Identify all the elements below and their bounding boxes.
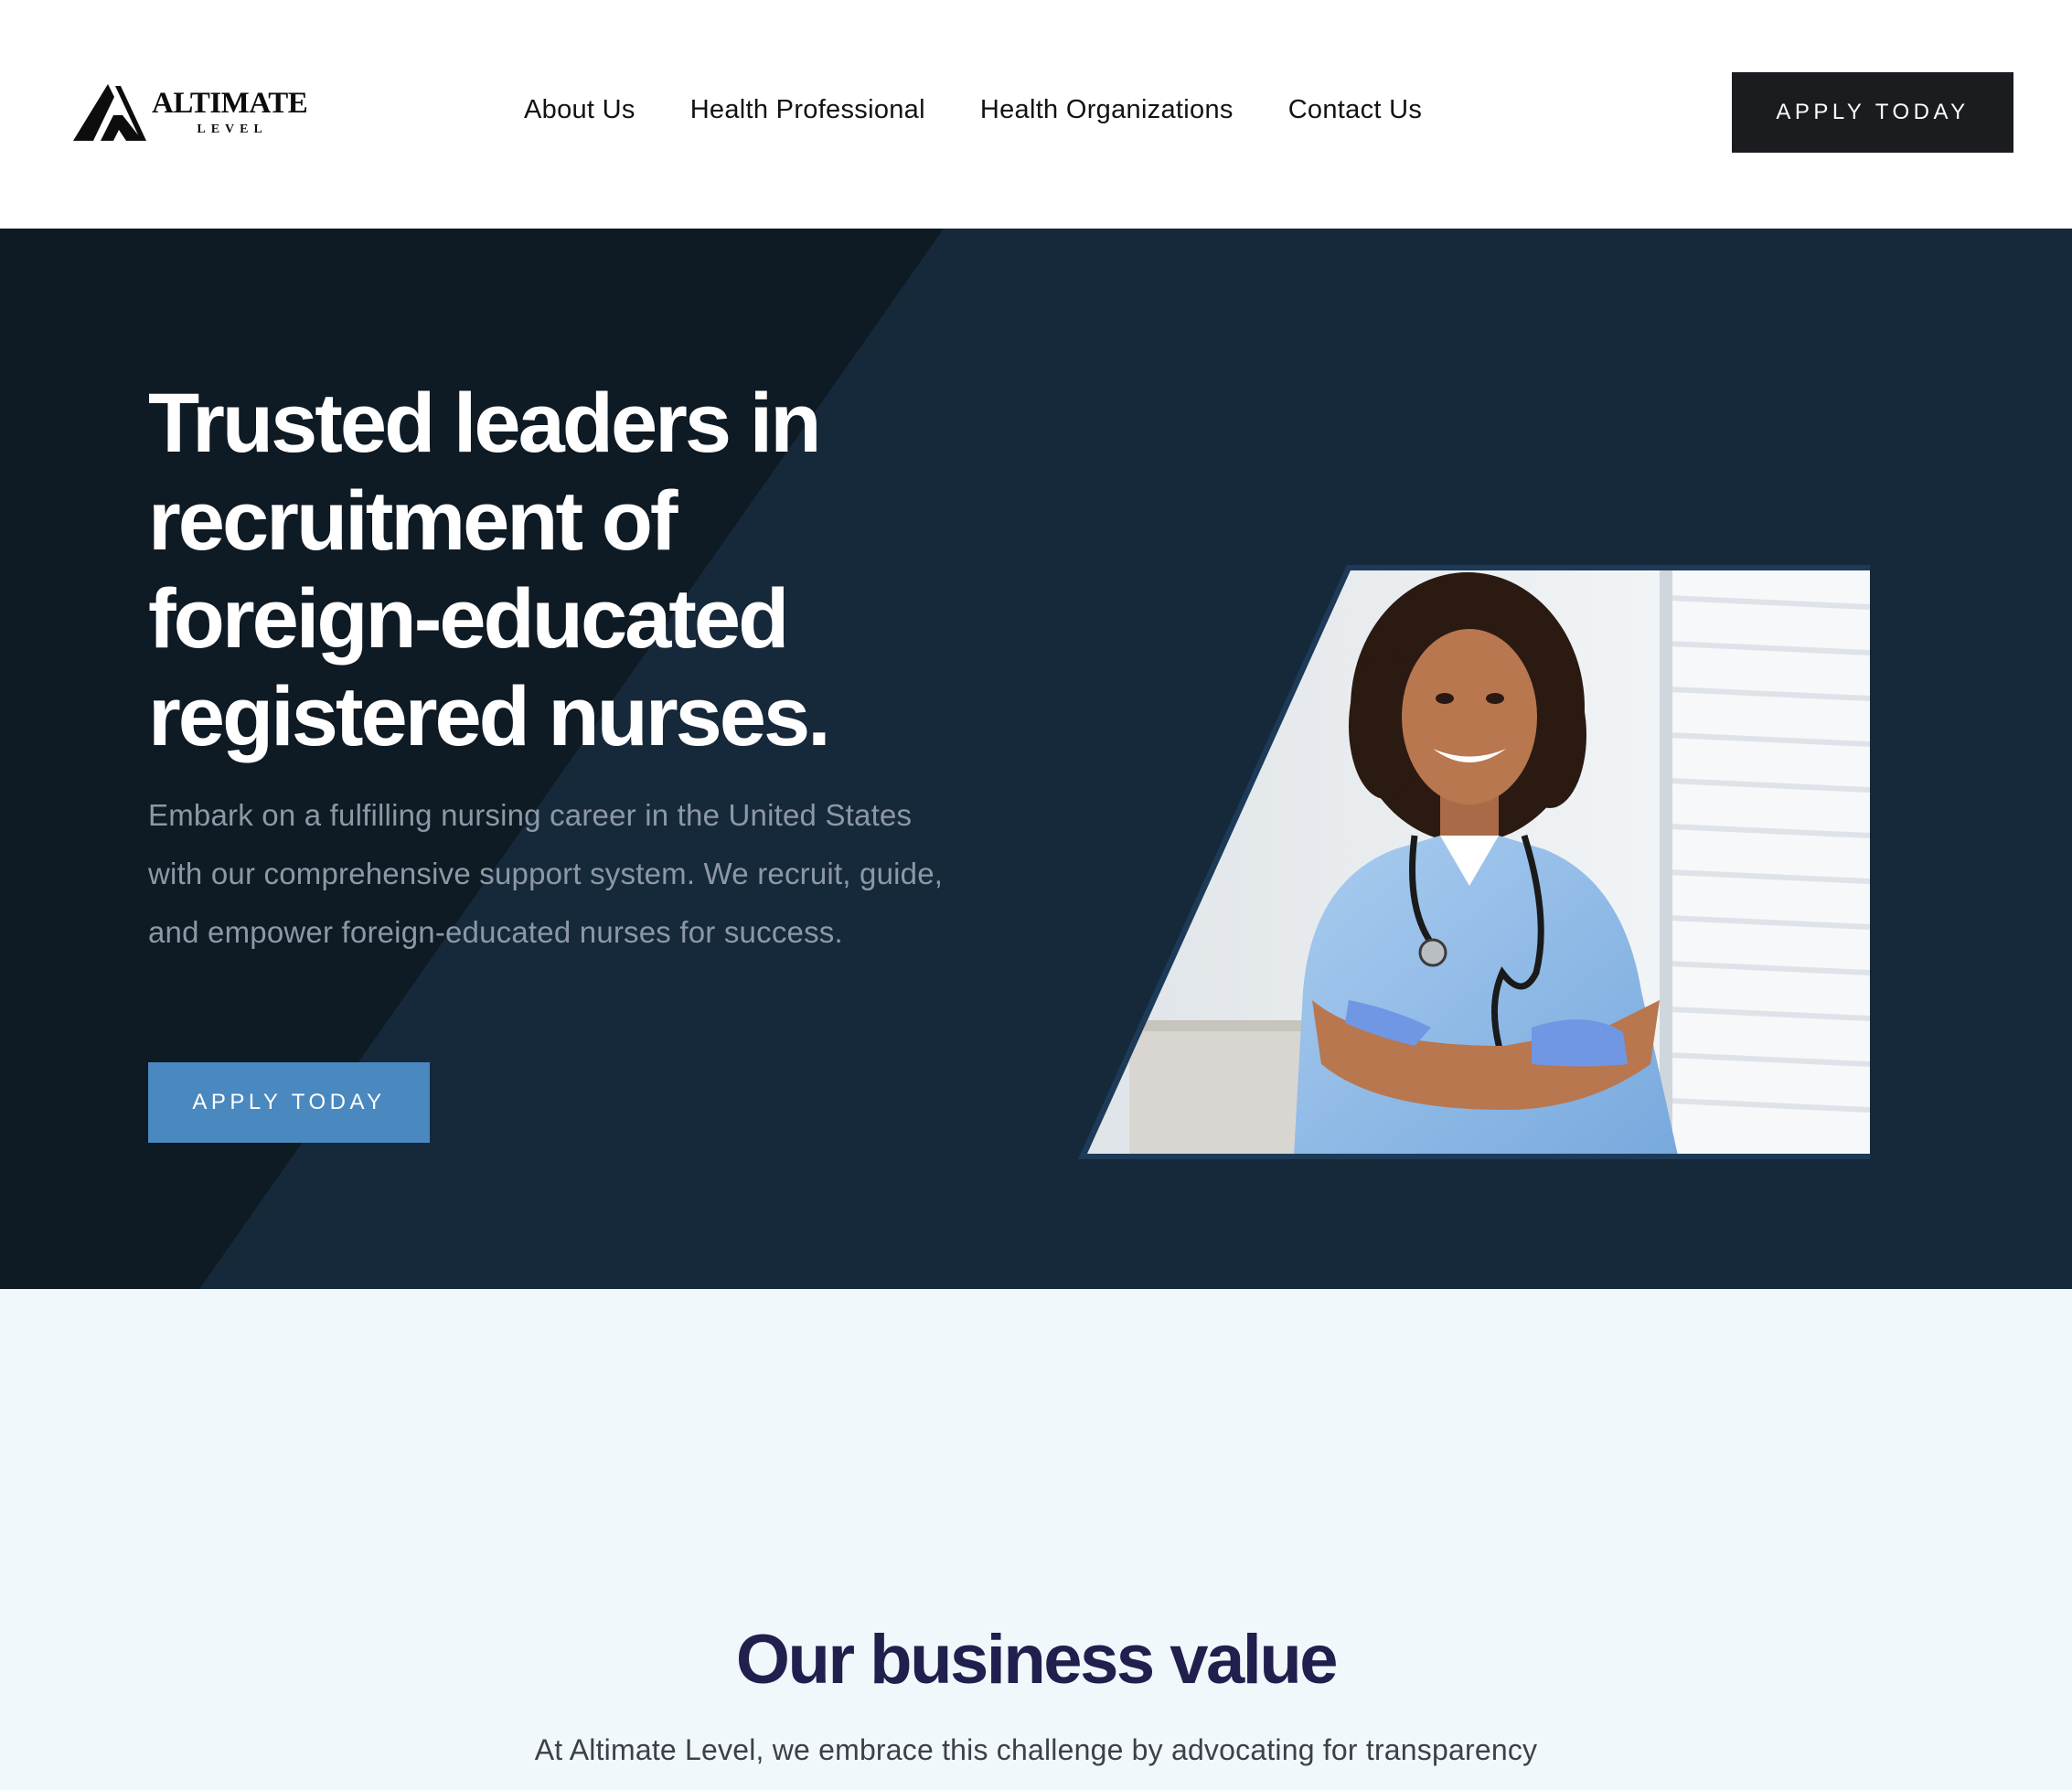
hero-section: Trusted leaders in recruitment of foreig… xyxy=(0,229,2072,1289)
nav-link-about-us[interactable]: About Us xyxy=(524,95,635,125)
header-apply-today-button[interactable]: APPLY TODAY xyxy=(1732,72,2013,153)
hero-apply-today-button[interactable]: APPLY TODAY xyxy=(148,1062,430,1143)
nav-link-health-organizations[interactable]: Health Organizations xyxy=(980,95,1234,125)
business-value-description: At Altimate Level, we embrace this chall… xyxy=(534,1733,1538,1766)
brand-wordmark: ALTIMATE LEVEL xyxy=(152,87,308,136)
business-value-title: Our business value xyxy=(735,1621,1339,1699)
brand-tagline: LEVEL xyxy=(197,123,268,136)
smiling-nurse-photo xyxy=(1078,565,1870,1159)
main-nav: About Us Health Professional Health Orga… xyxy=(524,95,1477,125)
mountain-a-logo-icon xyxy=(73,84,146,141)
brand-logo[interactable]: ALTIMATE LEVEL xyxy=(73,82,311,143)
hero-description: Embark on a fulfilling nursing career in… xyxy=(148,798,944,949)
hero-title: Trusted leaders in recruitment of foreig… xyxy=(148,377,831,763)
business-value-section: Our business value At Altimate Level, we… xyxy=(0,1289,2072,1790)
brand-name: ALTIMATE xyxy=(152,87,308,120)
nav-link-health-professional[interactable]: Health Professional xyxy=(690,95,925,125)
site-header: ALTIMATE LEVEL About Us Health Professio… xyxy=(0,0,2072,229)
nav-link-contact-us[interactable]: Contact Us xyxy=(1288,95,1422,125)
